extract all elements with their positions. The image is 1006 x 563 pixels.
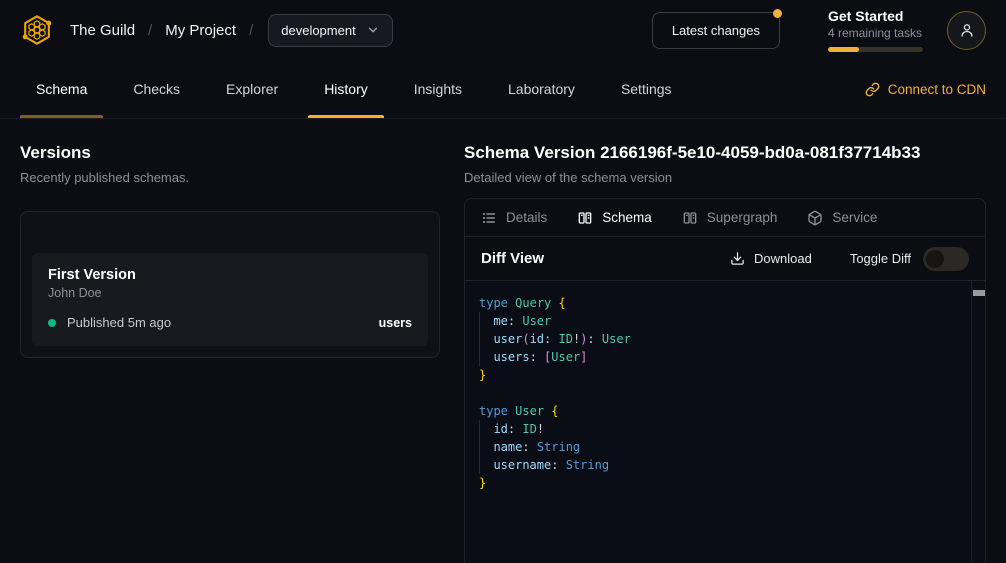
detail-tab-service[interactable]: Service	[807, 210, 877, 226]
nav-tabs: Schema Checks Explorer History Insights …	[20, 60, 702, 118]
breadcrumb-separator: /	[148, 22, 152, 39]
header-right-group: Latest changes Get Started 4 remaining t…	[652, 8, 986, 52]
get-started-subtitle: 4 remaining tasks	[828, 26, 923, 41]
toggle-diff-label: Toggle Diff	[850, 251, 911, 266]
diff-view-title: Diff View	[481, 250, 544, 267]
version-detail-container: Details Schema Supergraph	[464, 198, 986, 563]
version-detail-panel: Schema Version 2166196f-5e10-4059-bd0a-0…	[464, 119, 986, 563]
download-label: Download	[754, 251, 812, 266]
target-select-value: development	[281, 23, 355, 38]
cube-icon	[807, 210, 823, 226]
detail-tab-label: Supergraph	[707, 210, 778, 225]
detail-tab-details[interactable]: Details	[481, 210, 547, 226]
hive-logo-icon[interactable]	[20, 13, 54, 47]
version-detail-title: Schema Version 2166196f-5e10-4059-bd0a-0…	[464, 143, 986, 163]
code-line: username: String	[479, 456, 971, 474]
nav-tab-laboratory[interactable]: Laboratory	[492, 60, 591, 118]
user-avatar[interactable]	[947, 11, 986, 50]
toggle-diff-switch[interactable]	[923, 247, 969, 271]
code-line: user(id: ID!): User	[479, 330, 971, 348]
connect-to-cdn-label: Connect to CDN	[888, 82, 986, 97]
columns-icon	[577, 210, 593, 226]
toggle-knob	[926, 250, 944, 268]
nav-tab-schema[interactable]: Schema	[20, 60, 103, 118]
code-line: }	[479, 366, 971, 384]
code-line: name: String	[479, 438, 971, 456]
code-line: type Query {	[479, 294, 971, 312]
code-content: type Query { me: User user(id: ID!): Use…	[479, 294, 971, 492]
detail-tabs: Details Schema Supergraph	[465, 199, 985, 236]
connect-to-cdn-link[interactable]: Connect to CDN	[865, 60, 986, 118]
chevron-down-icon	[366, 23, 380, 37]
nav-tab-history[interactable]: History	[308, 60, 384, 118]
diff-toolbar: Diff View Download Toggle Diff	[465, 236, 985, 280]
version-list-item[interactable]: First Version John Doe Published 5m ago …	[32, 253, 428, 346]
version-detail-subtitle: Detailed view of the schema version	[464, 170, 986, 185]
detail-tab-supergraph[interactable]: Supergraph	[682, 210, 778, 226]
download-icon	[730, 251, 745, 266]
get-started-progress-bar	[828, 47, 923, 52]
code-scrollbar-thumb[interactable]	[973, 290, 985, 296]
code-scrollbar[interactable]	[971, 281, 985, 563]
columns-icon	[682, 210, 698, 226]
service-badge: users	[379, 316, 412, 330]
versions-list-card: First Version John Doe Published 5m ago …	[20, 211, 440, 358]
detail-tab-label: Service	[832, 210, 877, 225]
diff-actions: Download Toggle Diff	[730, 247, 969, 271]
link-icon	[865, 82, 880, 97]
nav-tab-checks[interactable]: Checks	[117, 60, 196, 118]
target-select[interactable]: development	[268, 14, 392, 47]
code-line: me: User	[479, 312, 971, 330]
code-line: id: ID!	[479, 420, 971, 438]
code-line: type User {	[479, 402, 971, 420]
main-content: Versions Recently published schemas. Fir…	[0, 119, 1006, 563]
versions-title: Versions	[20, 143, 440, 163]
version-name: First Version	[48, 267, 412, 283]
code-line: users: [User]	[479, 348, 971, 366]
user-icon	[958, 21, 976, 39]
breadcrumb-separator: /	[249, 22, 253, 39]
version-author: John Doe	[48, 286, 412, 300]
notification-dot	[773, 9, 782, 18]
breadcrumb-project[interactable]: My Project	[165, 22, 236, 39]
latest-changes-label: Latest changes	[672, 23, 760, 38]
main-nav: Schema Checks Explorer History Insights …	[0, 60, 1006, 119]
version-status-row: Published 5m ago users	[48, 315, 412, 330]
schema-code-viewer[interactable]: type Query { me: User user(id: ID!): Use…	[465, 280, 985, 563]
published-status-dot	[48, 319, 56, 327]
versions-panel: Versions Recently published schemas. Fir…	[20, 119, 440, 563]
version-status-text: Published 5m ago	[67, 315, 171, 330]
get-started-progress-fill	[828, 47, 859, 52]
nav-tab-settings[interactable]: Settings	[605, 60, 688, 118]
detail-tab-label: Schema	[602, 210, 652, 225]
code-line	[479, 384, 971, 402]
list-icon	[481, 210, 497, 226]
nav-tab-explorer[interactable]: Explorer	[210, 60, 294, 118]
code-line: }	[479, 474, 971, 492]
get-started-widget[interactable]: Get Started 4 remaining tasks	[828, 8, 923, 52]
latest-changes-button[interactable]: Latest changes	[652, 12, 780, 49]
get-started-title: Get Started	[828, 8, 923, 25]
detail-tab-label: Details	[506, 210, 547, 225]
app-header: The Guild / My Project / development Lat…	[0, 0, 1006, 60]
breadcrumb-org[interactable]: The Guild	[70, 22, 135, 39]
versions-subtitle: Recently published schemas.	[20, 170, 440, 185]
detail-tab-schema[interactable]: Schema	[577, 210, 652, 226]
nav-tab-insights[interactable]: Insights	[398, 60, 478, 118]
download-button[interactable]: Download	[730, 251, 812, 266]
